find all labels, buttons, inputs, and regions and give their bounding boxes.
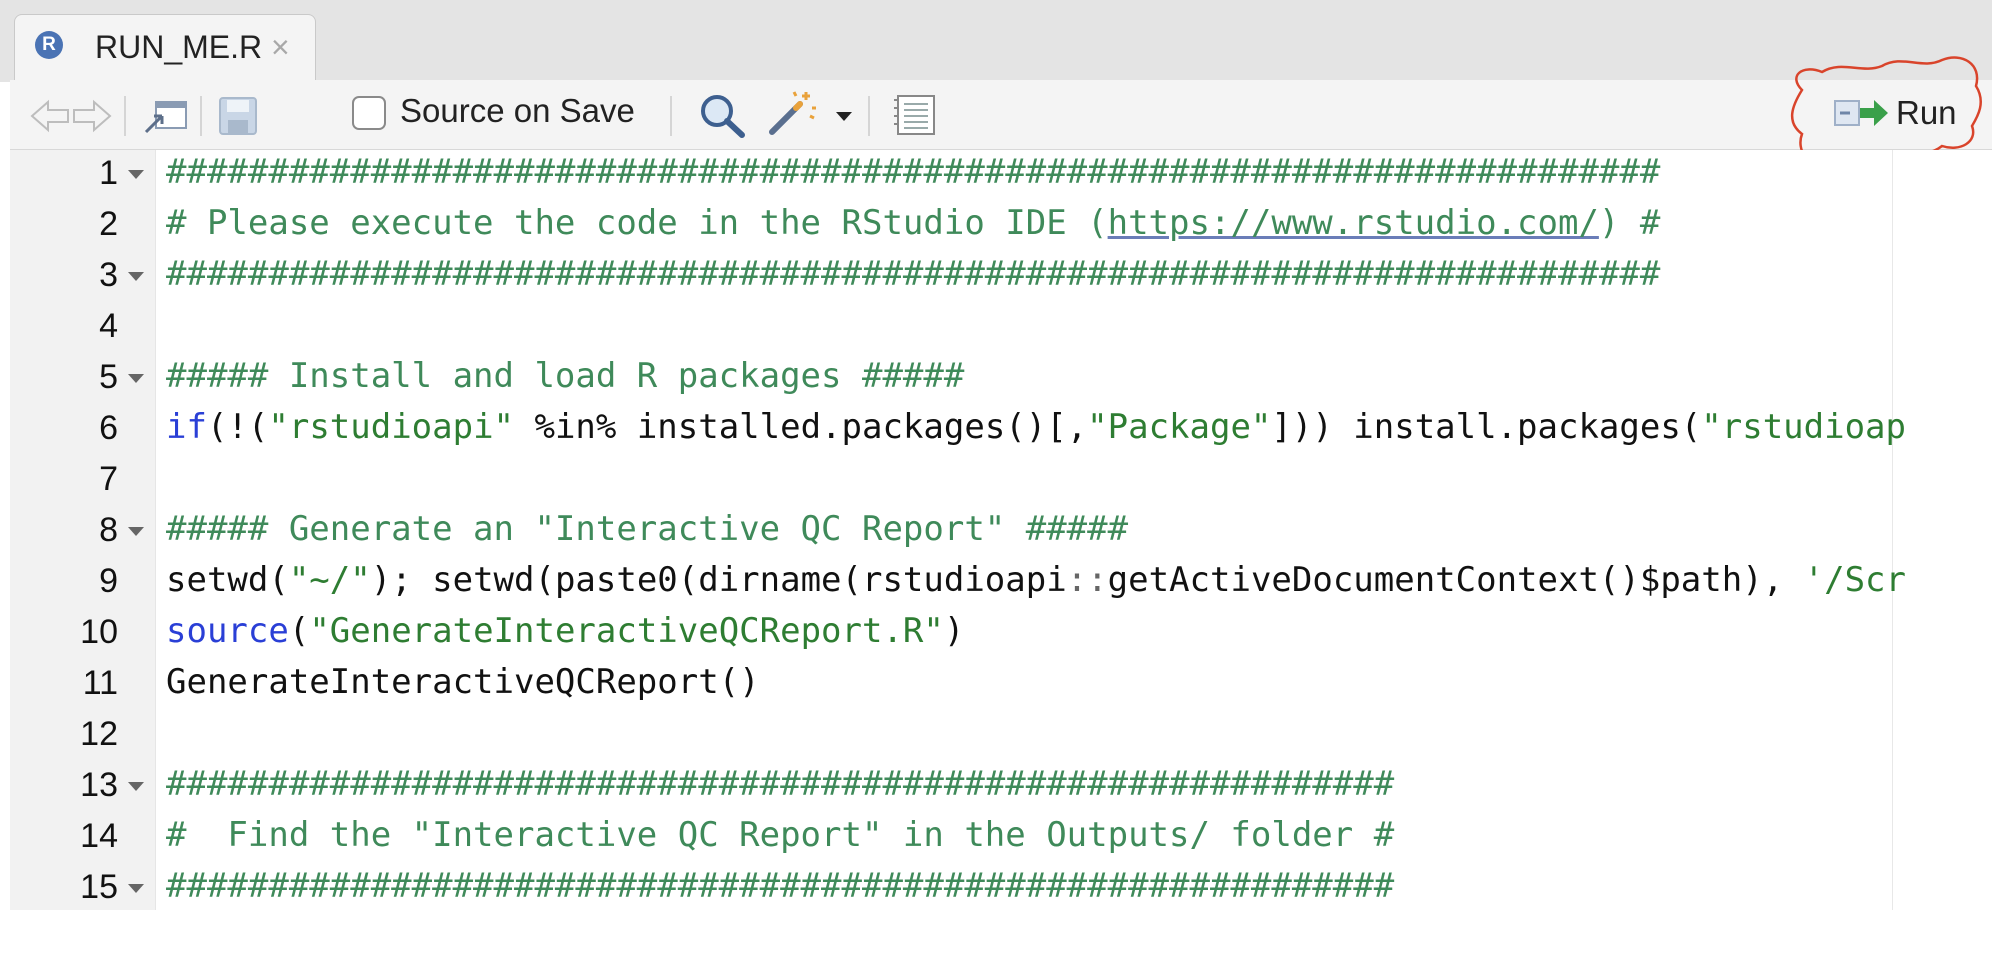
code-line: 10 source("GenerateInteractiveQCReport.R… [10,609,1992,659]
operator: :: [1066,560,1108,600]
string-literal: "rstudioapi" [268,407,515,447]
code-line: 11 GenerateInteractiveQCReport() [10,660,1992,710]
notebook-icon[interactable] [894,94,938,136]
code-line: 2 # Please execute the code in the RStud… [10,201,1992,251]
code-text: # Please execute the code in the RStudio… [166,203,1660,243]
close-icon[interactable]: × [271,29,290,66]
source-on-save-label: Source on Save [400,92,635,129]
code-segment: (!( [206,407,269,447]
code-text: ########################################… [166,866,1395,906]
string-literal: "GenerateInteractiveQCReport.R" [309,611,944,651]
code-line: 9 setwd("~/"); setwd(paste0(dirname(rstu… [10,558,1992,608]
comment-text: # Please execute the code in the RStudio… [166,203,1108,243]
fold-toggle-icon[interactable] [128,527,144,536]
back-arrow-icon[interactable] [30,98,70,134]
line-number: 5 [99,358,118,396]
fold-toggle-icon[interactable] [128,884,144,893]
code-line: 4 [10,303,1992,353]
code-line: 15 #####################################… [10,864,1992,914]
save-icon[interactable] [218,96,258,136]
fold-toggle-icon[interactable] [128,170,144,179]
keyword: source [166,611,289,651]
code-line: 13 #####################################… [10,762,1992,812]
comment-text: ) # [1598,203,1661,243]
toolbar-separator [124,96,126,136]
line-number: 3 [99,256,118,294]
run-label: Run [1896,94,1957,131]
code-segment: ); setwd(paste0(dirname(rstudioapi [370,560,1067,600]
line-number: 2 [99,205,118,243]
code-text: source("GenerateInteractiveQCReport.R") [166,611,964,651]
code-text: GenerateInteractiveQCReport() [166,662,760,702]
keyword: if [166,407,207,447]
line-number: 6 [99,409,118,447]
line-number: 13 [80,766,118,804]
code-text: ########################################… [166,152,1661,192]
line-number: 11 [82,664,118,702]
code-text: # Find the "Interactive QC Report" in th… [166,815,1395,855]
code-text: ##### Generate an "Interactive QC Report… [166,509,1129,549]
fold-toggle-icon[interactable] [128,272,144,281]
run-button[interactable]: Run [1822,84,1972,140]
string-literal: '/Scr [1803,560,1906,600]
source-on-save-checkbox[interactable] [352,96,386,130]
code-line: 5 ##### Install and load R packages ####… [10,354,1992,404]
code-text: if(!("rstudioapi" %in% installed.package… [166,407,1906,447]
line-number: 15 [80,868,118,906]
code-text: ########################################… [166,764,1395,804]
code-segment: %in% installed.packages()[, [514,407,1088,447]
string-literal: "~/" [288,560,371,600]
code-segment: ) [943,611,965,651]
dropdown-caret-icon[interactable] [836,112,852,122]
code-line: 1 ######################################… [10,150,1992,200]
code-segment: ( [288,611,310,651]
code-text: ########################################… [166,254,1661,294]
tab-bar: R RUN_ME.R × [0,0,1992,82]
toolbar-separator [200,96,202,136]
forward-arrow-icon[interactable] [72,98,112,134]
code-text: ##### Install and load R packages ##### [166,356,965,396]
line-number: 9 [99,562,118,600]
tab-title: RUN_ME.R [95,29,263,65]
code-line: 6 if(!("rstudioapi" %in% installed.packa… [10,405,1992,455]
url-link[interactable]: https://www.rstudio.com/ [1108,203,1599,243]
fold-toggle-icon[interactable] [128,374,144,383]
toolbar-separator [670,96,672,136]
code-segment: setwd( [166,560,289,600]
line-number: 1 [99,154,118,192]
line-number: 10 [80,613,118,651]
code-line: 12 [10,711,1992,761]
r-file-icon: R [35,31,63,59]
toolbar-separator [868,96,870,136]
tab-run-me-r[interactable]: R RUN_ME.R × [14,14,316,82]
line-number: 8 [99,511,118,549]
code-line: 7 [10,456,1992,506]
code-text: setwd("~/"); setwd(paste0(dirname(rstudi… [166,560,1906,600]
code-line: 14 # Find the "Interactive QC Report" in… [10,813,1992,863]
show-in-window-icon[interactable] [144,96,188,136]
line-number: 12 [80,715,118,753]
line-number: 7 [99,460,118,498]
code-line: 3 ######################################… [10,252,1992,302]
editor-toolbar: Source on Save Run [10,80,1992,150]
line-number: 4 [99,307,118,345]
string-literal: "Package" [1087,407,1272,447]
code-segment: getActiveDocumentContext()$path), [1107,560,1804,600]
code-editor[interactable]: 1 ######################################… [10,150,1992,910]
code-segment: ])) install.packages( [1271,407,1702,447]
fold-toggle-icon[interactable] [128,782,144,791]
string-literal: "rstudioap [1701,407,1906,447]
line-number: 14 [80,817,118,855]
run-icon [1834,100,1888,126]
search-icon[interactable] [698,92,746,138]
code-line: 8 ##### Generate an "Interactive QC Repo… [10,507,1992,557]
magic-wand-icon[interactable] [766,88,818,138]
